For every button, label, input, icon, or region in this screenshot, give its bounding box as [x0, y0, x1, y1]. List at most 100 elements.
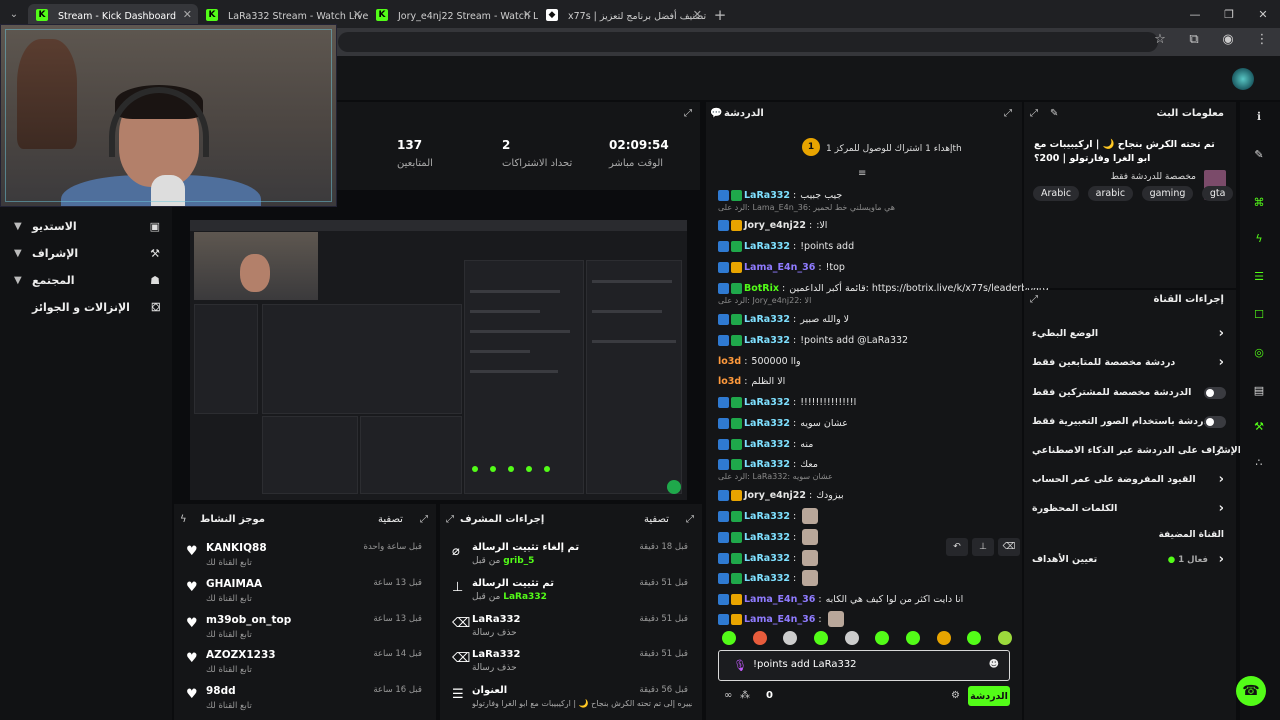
subscribers-only-toggle[interactable] [1204, 387, 1226, 399]
broadcast-icon[interactable]: ◎ [1250, 346, 1268, 364]
collapse-icon[interactable]: ≡ [858, 168, 866, 179]
expand-icon[interactable]: ⤢ [686, 514, 694, 525]
chat-username[interactable]: lo3d [718, 376, 741, 387]
slow-mode-row[interactable]: الوضع البطيء › [1030, 325, 1230, 345]
emote-icon[interactable] [905, 631, 920, 645]
banned-words-row[interactable]: الكلمات المحظورة › [1030, 500, 1230, 520]
tab-jory-stream[interactable]: K Jory_e4nj22 Stream - Watch Liv ✕ [368, 4, 538, 28]
chat-message[interactable]: LaRa332: لا والله صبير [718, 311, 849, 327]
emote-icon[interactable] [875, 631, 890, 645]
help-button[interactable]: ☎ [1236, 676, 1266, 706]
edit-icon[interactable]: ✎ [1050, 108, 1058, 119]
trash-icon[interactable]: ⌫ [998, 538, 1020, 556]
expand-icon[interactable]: ⤢ [1004, 108, 1012, 119]
more-icon[interactable]: ∴ [1250, 456, 1268, 474]
pencil-icon[interactable]: ✎ [1250, 148, 1268, 166]
chat-username[interactable]: LaRa332 [744, 314, 790, 325]
chat-username[interactable]: Jory_e4nj22 [744, 220, 806, 231]
chat-message[interactable]: lo3d: الا الظلم [718, 373, 785, 389]
tag[interactable]: arabic [1087, 186, 1134, 201]
goals-row[interactable]: تعيين الأهداف ● فعال 1 › [1030, 551, 1230, 571]
emote-icon[interactable] [844, 631, 859, 645]
chat-username[interactable]: LaRa332 [744, 553, 790, 564]
emote-icon[interactable] [967, 631, 982, 645]
chat-input[interactable]: 🎙 !points add LaRa332 ☻ [718, 650, 1010, 681]
chat-username[interactable]: LaRa332 [744, 335, 790, 346]
chat-username[interactable]: Jory_e4nj22 [744, 490, 806, 501]
chat-username[interactable]: LaRa332 [744, 511, 790, 522]
chat-message[interactable]: LaRa332: !points add @LaRa332 [718, 332, 908, 348]
stream-preview[interactable] [190, 220, 687, 500]
chat-message[interactable]: LaRa332: [718, 570, 819, 586]
tab-close-icon[interactable]: ✕ [183, 8, 192, 21]
reply-icon[interactable]: ↶ [946, 538, 968, 556]
sidebar-item-studio[interactable]: ▼ الاستديو ▣ [0, 213, 172, 240]
tab-close-icon[interactable]: ✕ [353, 8, 362, 21]
wrench-icon[interactable]: ⚒ [1250, 420, 1268, 438]
expand-icon[interactable]: ⤢ [420, 514, 428, 525]
emote-icon[interactable] [783, 631, 798, 645]
url-field[interactable] [338, 32, 1158, 52]
expand-icon[interactable]: ⤢ [1030, 294, 1038, 305]
sidebar-item-drops[interactable]: الإنزالات و الجوائز ⛋ [0, 294, 172, 321]
sidebar-item-community[interactable]: ▼ المجتمع ☗ [0, 267, 172, 294]
send-button[interactable]: الدردشة [968, 686, 1010, 706]
chat-username[interactable]: LaRa332 [744, 397, 790, 408]
chat-message[interactable]: LaRa332: جيب جبيب [718, 187, 842, 203]
chat-username[interactable]: LaRa332 [744, 190, 790, 201]
chat-username[interactable]: Lama_E4n_36 [744, 262, 815, 273]
chat-message[interactable]: Lama_E4n_36: [718, 611, 844, 627]
expand-icon[interactable]: ⤢ [684, 108, 692, 119]
chat-message[interactable]: Lama_E4n_36: !top [718, 259, 845, 275]
tab-close-icon[interactable]: ✕ [693, 8, 702, 21]
chat-message[interactable]: BotRix: قائمة أكبر الداعمين: https://botr… [718, 280, 1049, 296]
tab-x77s[interactable]: ◆ x77s | تصنيف أفضل برنامج لتعزيز ✕ [538, 4, 708, 28]
chat-message[interactable]: lo3d:500000 واا [718, 353, 801, 369]
account-age-row[interactable]: القيود المفروضة على عمر الحساب › [1030, 471, 1230, 491]
expand-icon[interactable]: ⤢ [1030, 108, 1038, 119]
close-window-icon[interactable]: ✕ [1246, 0, 1280, 28]
mic-icon[interactable]: 🎙 [733, 659, 747, 672]
emote-icon[interactable] [813, 631, 828, 645]
mod-filter[interactable]: تصفية [644, 514, 669, 525]
tab-close-icon[interactable]: ✕ [523, 8, 532, 21]
infinity-icon[interactable]: ∞ [724, 690, 732, 701]
chat-username[interactable]: Lama_E4n_36 [744, 594, 815, 605]
chat-username[interactable]: LaRa332 [744, 573, 790, 584]
chat-message[interactable]: LaRa332: !!!!!!!!!!!!!!ا [718, 394, 856, 410]
pin-icon[interactable]: ⊥ [972, 538, 994, 556]
emoji-icon[interactable]: ☻ [989, 659, 999, 670]
activity-filter[interactable]: تصفية [378, 514, 403, 525]
gear-icon[interactable]: ⚙ [951, 690, 960, 701]
chat-icon[interactable]: ☐ [1250, 308, 1268, 326]
chat-message[interactable]: LaRa332: معك [718, 456, 818, 472]
followers-only-row[interactable]: دردشة مخصصة للمتابعين فقط › [1030, 354, 1230, 374]
emote-only-toggle[interactable] [1204, 416, 1226, 428]
minimize-icon[interactable]: — [1178, 0, 1212, 28]
new-tab-icon[interactable]: + [708, 6, 732, 24]
expand-icon[interactable]: ⤢ [446, 514, 454, 525]
chat-username[interactable]: LaRa332 [744, 459, 790, 470]
ai-moderation-row[interactable]: الإشراف على الدردشة عبر الذكاء الاصطناعي… [1030, 442, 1241, 462]
chat-message[interactable]: Jory_e4nj22: بيزودك [718, 487, 844, 503]
chat-message[interactable]: Jory_e4nj22::الا [718, 217, 827, 233]
chat-username[interactable]: LaRa332 [744, 241, 790, 252]
chat-message[interactable]: LaRa332: منه [718, 436, 813, 452]
layout-icon[interactable]: ▤ [1250, 384, 1268, 402]
extensions-icon[interactable]: ⧉ [1184, 32, 1204, 47]
chat-username[interactable]: LaRa332 [744, 418, 790, 429]
emote-icon[interactable] [752, 631, 767, 645]
points-icon[interactable]: ⁂ [740, 690, 750, 701]
chat-message[interactable]: LaRa332: عشان سويه [718, 415, 848, 431]
sidebar-item-moderation[interactable]: ▼ الإشراف ⚒ [0, 240, 172, 267]
chat-username[interactable]: Lama_E4n_36 [744, 614, 815, 625]
chat-message[interactable]: LaRa332: !points add [718, 238, 854, 254]
tag[interactable]: gta [1201, 186, 1234, 201]
bolt-icon[interactable]: ϟ [1250, 232, 1268, 250]
bookmark-star-icon[interactable]: ☆ [1150, 32, 1170, 47]
chat-message[interactable]: LaRa332: [718, 508, 819, 524]
profile-icon[interactable]: ◉ [1218, 32, 1238, 47]
info-icon[interactable]: ℹ [1250, 110, 1268, 128]
browser-menu-icon[interactable]: ⋮ [1252, 32, 1272, 47]
chat-username[interactable]: BotRix [744, 283, 779, 294]
